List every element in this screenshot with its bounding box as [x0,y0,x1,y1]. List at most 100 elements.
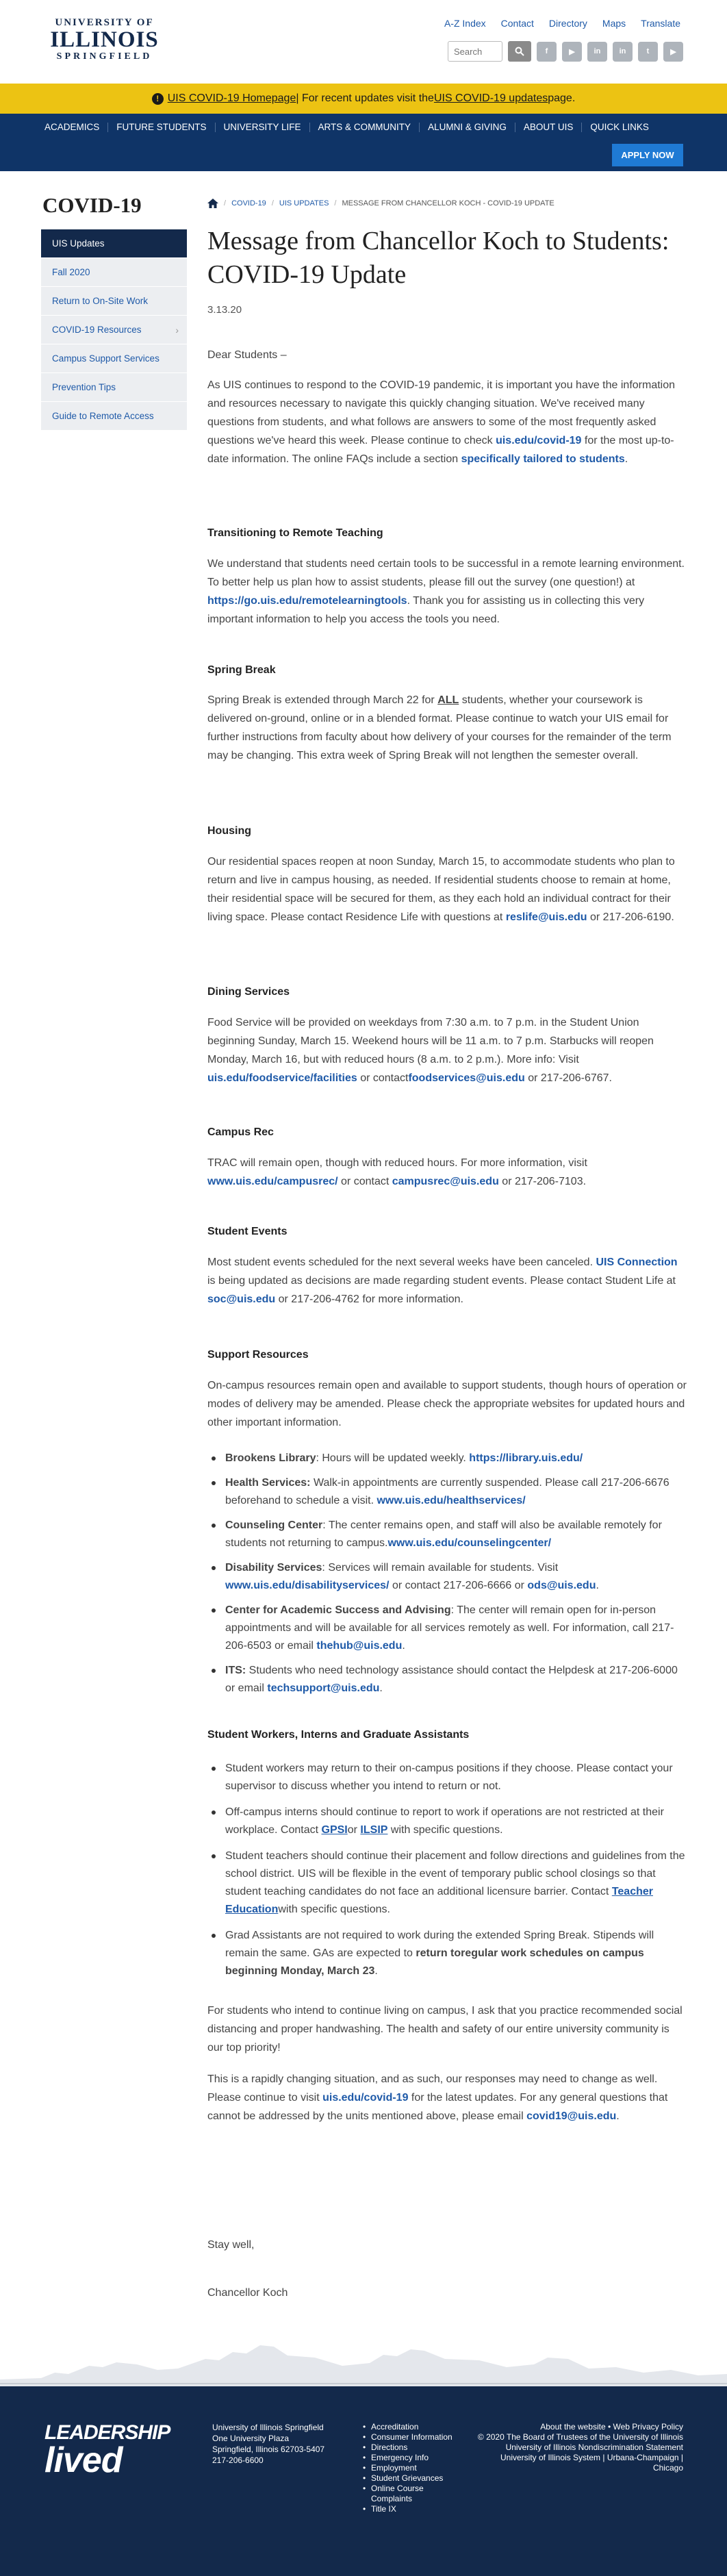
ods-email-link[interactable]: ods@uis.edu [527,1580,596,1591]
footer-link[interactable]: Title IX [363,2504,459,2514]
section-heading: Support Resources [207,1349,309,1361]
covid-email-link[interactable]: covid19@uis.edu [526,2110,616,2122]
flickr-icon[interactable]: ▶ [562,41,582,62]
sidebar-item-campus-support[interactable]: Campus Support Services [41,344,187,373]
logo-line1: UNIVERSITY OF [55,17,154,28]
nav-university-life[interactable]: UNIVERSITY LIFE [216,123,310,132]
list-item: Off-campus interns should continue to re… [207,1804,687,1839]
twitter-icon[interactable]: t [638,41,658,62]
footer-legal-line[interactable]: University of Illinois System | Urbana-C… [471,2453,683,2473]
sidebar-item-label: COVID-19 Resources [52,325,142,335]
soc-email-link[interactable]: soc@uis.edu [207,1293,275,1305]
linkedin-icon[interactable]: in [613,41,633,62]
alert-text: | For recent updates visit the [296,92,434,104]
covid-page-link[interactable]: uis.edu/covid-19 [322,2092,408,2104]
breadcrumb-current: MESSAGE FROM CHANCELLOR KOCH - COVID-19 … [342,199,554,207]
footer-link[interactable]: Accreditation [363,2422,459,2432]
health-services-link[interactable]: www.uis.edu/healthservices/ [377,1495,525,1506]
facebook-icon[interactable]: f [537,41,557,62]
thehub-email-link[interactable]: thehub@uis.edu [316,1640,402,1652]
site-header: UNIVERSITY OF ILLINOIS SPRINGFIELD A-Z I… [0,0,727,84]
maps-link[interactable]: Maps [602,18,626,29]
breadcrumb-separator: / [224,199,227,207]
sidebar-item-uis-updates[interactable]: UIS Updates [41,229,187,258]
workers-list: Student workers may return to their on-c… [207,1760,687,1980]
nav-quick-links[interactable]: QUICK LINKS [582,123,657,132]
footer-link[interactable]: Employment [363,2463,459,2473]
nav-academics[interactable]: ACADEMICS [44,123,109,132]
sidebar-item-remote-access[interactable]: Guide to Remote Access [41,402,187,431]
footer-link[interactable]: Consumer Information [363,2432,459,2442]
nav-arts-community[interactable]: ARTS & COMMUNITY [310,123,420,132]
translate-link[interactable]: Translate [641,18,680,29]
section-heading: Transitioning to Remote Teaching [207,527,383,539]
footer-legal: About the website • Web Privacy Policy ©… [471,2422,683,2473]
food-email-link[interactable]: foodservices@uis.edu [408,1072,524,1084]
breadcrumb-separator: / [271,199,274,207]
home-icon[interactable] [207,199,218,208]
library-link[interactable]: https://library.uis.edu/ [469,1452,583,1464]
breadcrumb-covid[interactable]: COVID-19 [231,199,266,207]
alert-text-end: page. [548,92,576,104]
remote-paragraph: We understand that students need certain… [207,558,685,625]
gpsi-link[interactable]: GPSI [322,1824,348,1836]
nav-alumni-giving[interactable]: ALUMNI & GIVING [420,123,515,132]
footer-legal-line[interactable]: About the website • Web Privacy Policy [471,2422,683,2432]
nav-about-uis[interactable]: ABOUT UIS [515,123,583,132]
logo-line2: ILLINOIS [50,27,159,52]
campus-skyline-illustration [0,2345,727,2386]
counseling-link[interactable]: www.uis.edu/counselingcenter/ [387,1537,551,1549]
sidebar-item-covid-resources[interactable]: COVID-19 Resources › [41,316,187,344]
breadcrumb-uis-updates[interactable]: UIS UPDATES [279,199,329,207]
contact-link[interactable]: Contact [501,18,534,29]
apply-now-button[interactable]: APPLY NOW [612,144,683,166]
footer-legal-line[interactable]: University of Illinois Nondiscrimination… [471,2442,683,2453]
footer-address: University of Illinois Springfield One U… [212,2423,325,2465]
main-content: / COVID-19 / UIS UPDATES / MESSAGE FROM … [207,199,687,316]
campusrec-link[interactable]: www.uis.edu/campusrec/ [207,1176,338,1187]
directory-link[interactable]: Directory [549,18,587,29]
techsupport-email-link[interactable]: techsupport@uis.edu [267,1682,379,1694]
list-item: Center for Academic Success and Advising… [207,1602,687,1655]
youtube-icon[interactable]: ▶ [663,41,683,62]
reslife-email-link[interactable]: reslife@uis.edu [506,911,587,923]
instagram-icon[interactable]: in [587,41,607,62]
disability-services-link[interactable]: www.uis.edu/disabilityservices/ [225,1580,390,1591]
section-heading: Student Events [207,1226,288,1237]
sidebar-item-fall-2020[interactable]: Fall 2020 [41,258,187,287]
remote-survey-link[interactable]: https://go.uis.edu/remotelearningtools [207,595,407,607]
university-logo[interactable]: UNIVERSITY OF ILLINOIS SPRINGFIELD [44,17,164,66]
utility-links: A-Z Index Contact Directory Maps Transla… [444,18,680,29]
covid-page-link[interactable]: uis.edu/covid-19 [496,435,581,446]
greeting: Dear Students – [207,349,287,361]
student-faq-link[interactable]: specifically tailored to students [461,453,625,465]
section-heading: Dining Services [207,986,290,998]
sidebar-item-return-to-work[interactable]: Return to On-Site Work [41,287,187,316]
footer-link[interactable]: Online Course Complaints [363,2484,459,2504]
food-facilities-link[interactable]: uis.edu/foodservice/facilities [207,1072,357,1084]
page-title: Message from Chancellor Koch to Students… [207,227,669,289]
ilsip-link[interactable]: ILSIP [360,1824,387,1836]
intro-paragraph: As UIS continues to respond to the COVID… [207,379,676,465]
section-heading: Spring Break [207,664,276,676]
covid-updates-link[interactable]: UIS COVID-19 updates [434,92,548,105]
search-button[interactable] [508,41,531,62]
list-item: ITS: Students who need technology assist… [207,1662,687,1697]
footer-link[interactable]: Student Grievances [363,2473,459,2484]
housing-paragraph: Our residential spaces reopen at noon Su… [207,856,675,923]
breadcrumb-separator: / [334,199,337,207]
footer-legal-line: © 2020 The Board of Trustees of the Univ… [477,2432,683,2442]
list-item: Student teachers should continue their p… [207,1847,687,1919]
leadership-lived-logo: LEADERSHIP lived [44,2421,170,2480]
sidebar-nav: UIS Updates Fall 2020 Return to On-Site … [41,229,187,431]
sidebar-item-prevention-tips[interactable]: Prevention Tips [41,373,187,402]
nav-future-students[interactable]: FUTURE STUDENTS [108,123,216,132]
campusrec-email-link[interactable]: campusrec@uis.edu [392,1176,499,1187]
footer-link[interactable]: Directions [363,2442,459,2453]
footer-link[interactable]: Emergency Info [363,2453,459,2463]
covid-homepage-link[interactable]: UIS COVID-19 Homepage [168,92,296,105]
uis-connection-link[interactable]: UIS Connection [596,1257,677,1268]
az-index-link[interactable]: A-Z Index [444,18,486,29]
search-input[interactable] [448,41,502,62]
closing-paragraph-2: This is a rapidly changing situation, an… [207,2073,668,2122]
